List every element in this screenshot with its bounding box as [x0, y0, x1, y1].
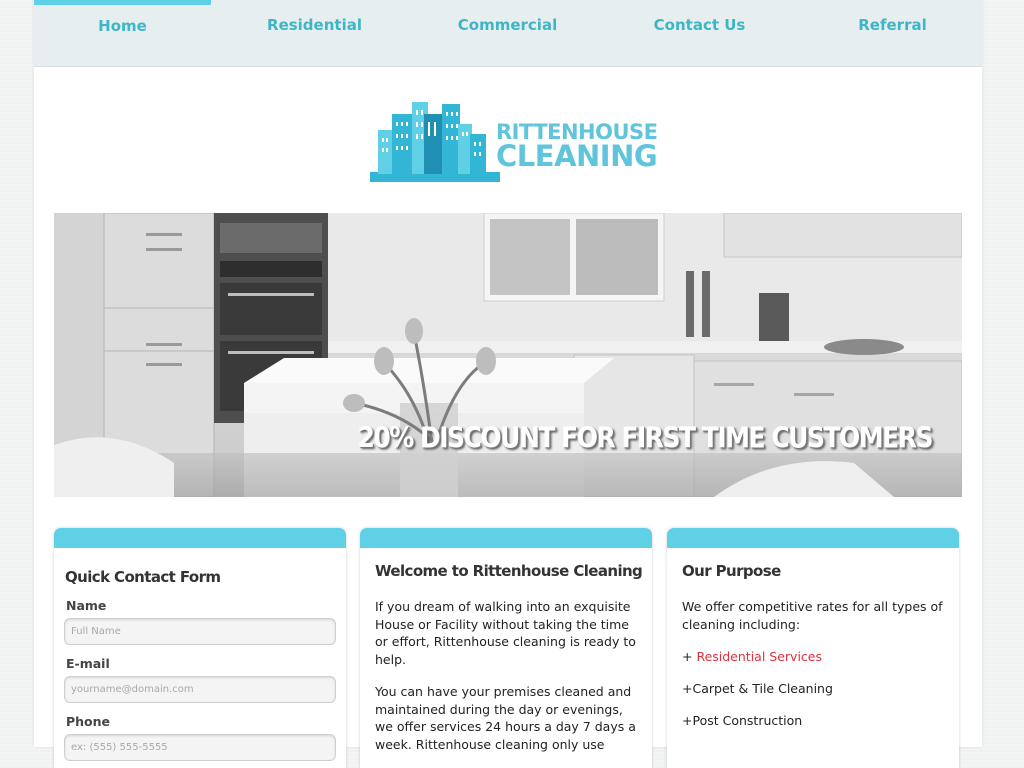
purpose-intro: We offer competitive rates for all types… [682, 599, 943, 632]
kitchen-photo [54, 213, 962, 497]
bullet-plus: + [682, 681, 693, 696]
quick-contact-panel: Quick Contact Form Name E-mail Phone [54, 528, 346, 768]
name-label: Name [66, 598, 107, 613]
page-container: Home Residential Commercial Contact Us R… [34, 0, 982, 768]
nav-contact-us[interactable]: Contact Us [611, 0, 788, 66]
discount-banner: 20% DISCOUNT FOR FIRST TIME CUSTOMERS [357, 420, 933, 455]
hero-kitchen-image: 20% DISCOUNT FOR FIRST TIME CUSTOMERS [54, 213, 962, 497]
panel-header-bar [360, 528, 652, 548]
buildings-logo-icon [370, 102, 500, 182]
nav-home[interactable]: Home [34, 0, 211, 71]
nav-residential[interactable]: Residential [226, 0, 403, 66]
main-nav: Home Residential Commercial Contact Us R… [34, 0, 982, 67]
purpose-title: Our Purpose [682, 562, 781, 580]
panel-header-bar [54, 528, 346, 548]
post-construction-label: Post Construction [692, 713, 803, 728]
bullet-plus: + [682, 649, 697, 664]
panel-header-bar [667, 528, 959, 548]
contact-form-title: Quick Contact Form [65, 568, 221, 586]
email-label: E-mail [66, 656, 110, 671]
welcome-paragraph-1: If you dream of walking into an exquisit… [375, 599, 636, 667]
nav-commercial[interactable]: Commercial [419, 0, 596, 66]
site-logo[interactable]: RITTENHOUSE CLEANING [370, 100, 660, 186]
phone-label: Phone [66, 714, 111, 729]
residential-services-link[interactable]: Residential Services [696, 649, 822, 664]
logo-text-cleaning: CLEANING [496, 139, 658, 173]
purpose-item-carpet: +Carpet & Tile Cleaning [682, 681, 833, 696]
purpose-item-post-construction: +Post Construction [682, 713, 802, 728]
email-input[interactable] [64, 676, 336, 703]
bullet-plus: + [682, 713, 693, 728]
welcome-title: Welcome to Rittenhouse Cleaning [375, 562, 643, 580]
purpose-item-residential: + Residential Services [682, 649, 822, 664]
welcome-panel: Welcome to Rittenhouse Cleaning If you d… [360, 528, 652, 768]
carpet-tile-label: Carpet & Tile Cleaning [692, 681, 833, 696]
name-input[interactable] [64, 618, 336, 645]
phone-input[interactable] [64, 734, 336, 761]
purpose-panel: Our Purpose We offer competitive rates f… [667, 528, 959, 768]
welcome-paragraph-2: You can have your premises cleaned and m… [375, 684, 636, 752]
nav-referral[interactable]: Referral [804, 0, 981, 66]
